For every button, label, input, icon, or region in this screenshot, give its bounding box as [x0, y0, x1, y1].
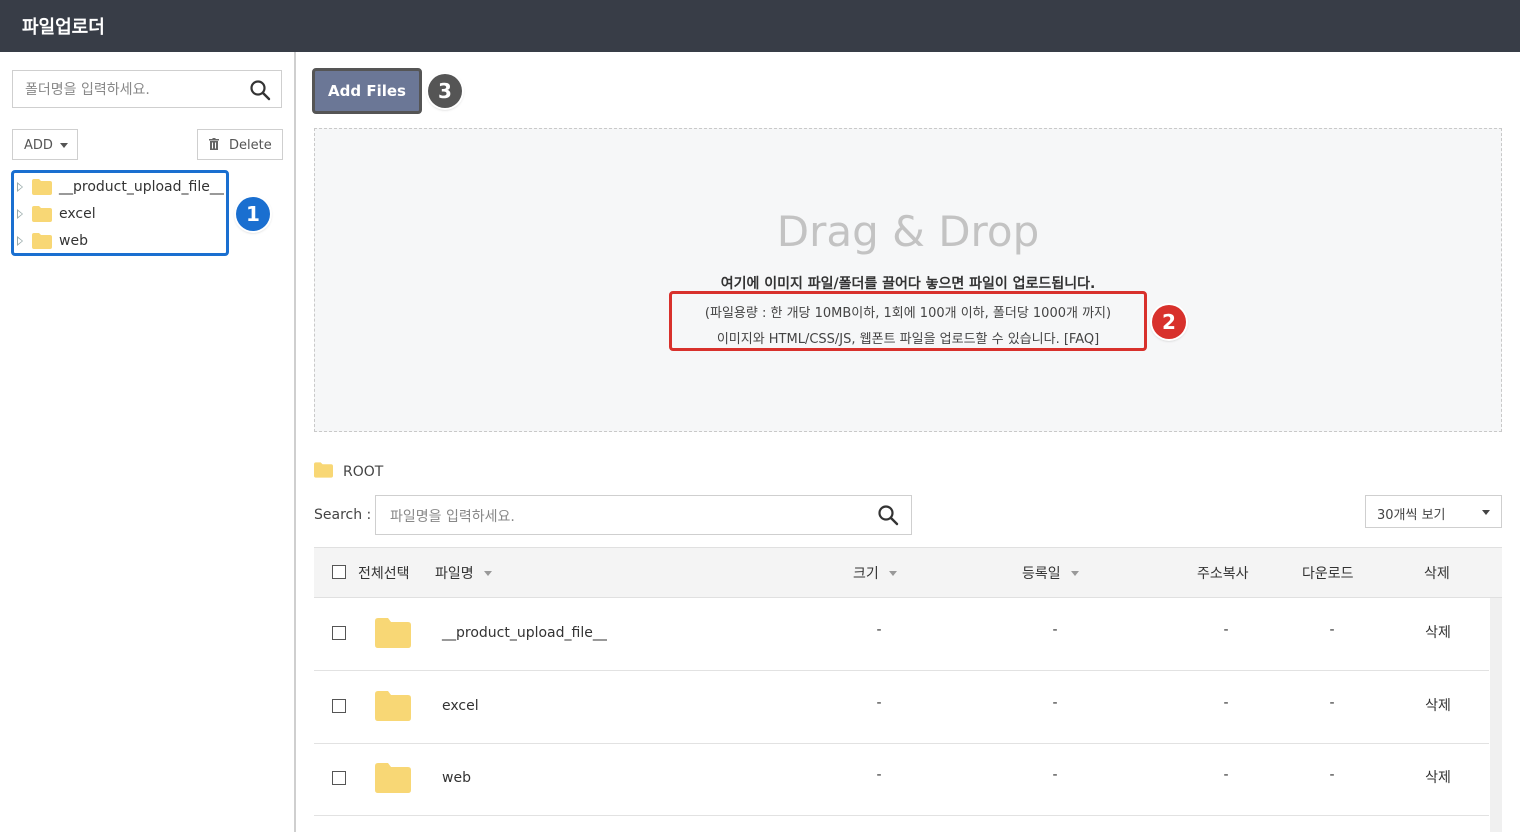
search-icon[interactable]: [249, 79, 271, 101]
file-search-input[interactable]: [388, 506, 862, 528]
file-name[interactable]: web: [442, 770, 471, 786]
file-date: -: [1052, 622, 1058, 638]
folder-icon: [32, 233, 52, 249]
annotation-badge-1: 1: [236, 197, 270, 231]
sort-caret-icon: [483, 571, 492, 576]
table-header: 전체선택 파일명 크기 등록일 주소복사 다운로드 삭제: [314, 547, 1502, 598]
drop-zone-title: Drag & Drop: [776, 207, 1040, 256]
expand-arrow-icon[interactable]: [17, 236, 23, 246]
delete-link[interactable]: 삭제: [1418, 695, 1458, 715]
header-select-all: 전체선택: [358, 566, 410, 582]
file-size: -: [876, 622, 882, 638]
caret-down-icon: [1482, 510, 1490, 515]
file-date: -: [1052, 695, 1058, 711]
delete-link[interactable]: 삭제: [1418, 622, 1458, 642]
row-checkbox[interactable]: [332, 771, 346, 785]
per-page-select[interactable]: 30개씩 보기: [1365, 495, 1502, 528]
header-size[interactable]: 크기: [853, 563, 897, 583]
copy-url-cell: -: [1223, 622, 1229, 638]
folder-search-box: [12, 70, 282, 108]
sidebar: ADD Delete __product_upload_file__ excel…: [0, 52, 296, 832]
header-download: 다운로드: [1302, 566, 1354, 582]
annotation-badge-2: 2: [1152, 305, 1186, 339]
search-icon[interactable]: [877, 504, 899, 526]
add-button-label: ADD: [24, 138, 53, 153]
folder-tree: __product_upload_file__ excel web: [11, 170, 229, 256]
file-size: -: [876, 767, 882, 783]
add-folder-button[interactable]: ADD: [12, 129, 78, 160]
delete-folder-button[interactable]: Delete: [197, 129, 283, 160]
trash-icon: [209, 138, 219, 150]
download-cell: -: [1329, 767, 1335, 783]
file-size: -: [876, 695, 882, 711]
folder-icon: [375, 618, 411, 648]
folder-icon: [314, 462, 333, 478]
folder-icon: [375, 763, 411, 793]
title-bar: 파일업로더: [0, 0, 1520, 52]
sort-caret-icon: [1070, 571, 1079, 576]
drop-zone-instruction: 여기에 이미지 파일/폴더를 끌어다 놓으면 파일이 업로드됩니다.: [720, 276, 1096, 292]
copy-url-cell: -: [1223, 767, 1229, 783]
header-delete: 삭제: [1424, 566, 1450, 582]
row-checkbox[interactable]: [332, 626, 346, 640]
file-search-label: Search :: [314, 507, 372, 523]
drop-zone[interactable]: Drag & Drop 여기에 이미지 파일/폴더를 끌어다 놓으면 파일이 업…: [314, 128, 1502, 432]
tree-item[interactable]: excel: [14, 204, 224, 226]
upload-limits-note: (파일용량 : 한 개당 10MB이하, 1회에 100개 이하, 폴더당 10…: [669, 291, 1147, 351]
file-search-box: [375, 495, 912, 535]
download-cell: -: [1329, 695, 1335, 711]
tree-item[interactable]: web: [14, 231, 224, 253]
tree-item-label: __product_upload_file__: [59, 179, 224, 195]
header-date[interactable]: 등록일: [1022, 563, 1079, 583]
tree-item-label: excel: [59, 206, 96, 222]
header-copy-url: 주소복사: [1197, 566, 1249, 582]
header-date-label: 등록일: [1022, 566, 1061, 582]
header-size-label: 크기: [853, 566, 879, 582]
select-all-checkbox[interactable]: [332, 565, 346, 579]
app-title: 파일업로더: [22, 17, 105, 38]
expand-arrow-icon[interactable]: [17, 209, 23, 219]
delete-button-label: Delete: [229, 138, 272, 153]
folder-icon: [375, 691, 411, 721]
per-page-value: 30개씩 보기: [1377, 508, 1446, 523]
download-cell: -: [1329, 622, 1335, 638]
folder-search-input[interactable]: [23, 79, 247, 101]
header-filename-label: 파일명: [435, 566, 474, 582]
upload-limits-line: (파일용량 : 한 개당 10MB이하, 1회에 100개 이하, 폴더당 10…: [704, 306, 1112, 321]
folder-icon: [32, 206, 52, 222]
table-scrollbar[interactable]: [1490, 598, 1502, 832]
table-row[interactable]: __product_upload_file__ - - - - 삭제: [314, 598, 1489, 671]
table-row[interactable]: excel - - - - 삭제: [314, 671, 1489, 744]
file-name[interactable]: excel: [442, 698, 479, 714]
allowed-types-line[interactable]: 이미지와 HTML/CSS/JS, 웹폰트 파일을 업로드할 수 있습니다. […: [672, 328, 1144, 347]
table-row[interactable]: web - - - - 삭제: [314, 743, 1489, 816]
breadcrumb-root: ROOT: [343, 464, 384, 480]
delete-link[interactable]: 삭제: [1418, 767, 1458, 787]
annotation-badge-3: 3: [428, 74, 462, 108]
tree-item[interactable]: __product_upload_file__: [14, 177, 224, 199]
file-date: -: [1052, 767, 1058, 783]
row-checkbox[interactable]: [332, 699, 346, 713]
caret-down-icon: [60, 143, 68, 148]
sort-caret-icon: [888, 571, 897, 576]
tree-item-label: web: [59, 233, 88, 249]
expand-arrow-icon[interactable]: [17, 182, 23, 192]
copy-url-cell: -: [1223, 695, 1229, 711]
header-filename[interactable]: 파일명: [435, 563, 492, 583]
add-files-button[interactable]: Add Files: [312, 68, 422, 114]
folder-icon: [32, 179, 52, 195]
file-name[interactable]: __product_upload_file__: [442, 625, 607, 641]
